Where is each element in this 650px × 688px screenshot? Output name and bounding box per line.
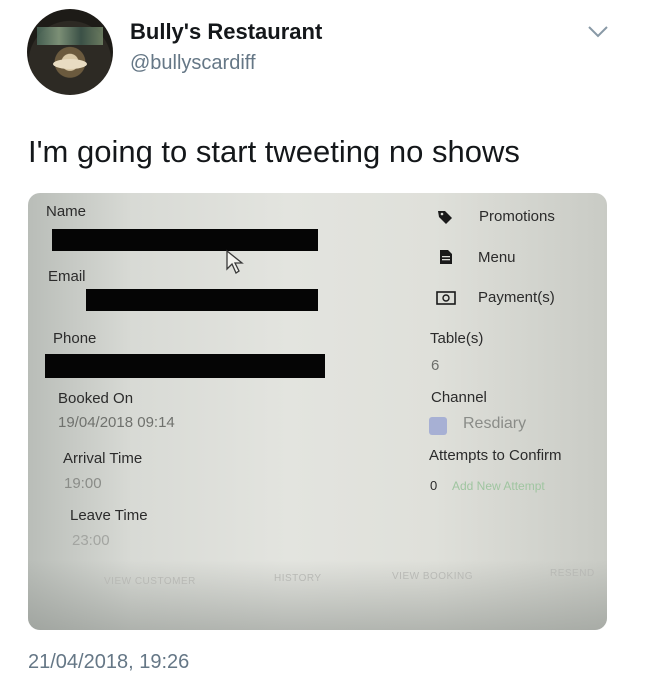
history-tab[interactable]: HISTORY xyxy=(274,573,322,584)
arrival-time-label: Arrival Time xyxy=(63,450,143,467)
avatar[interactable] xyxy=(27,9,113,95)
add-new-attempt-link[interactable]: Add New Attempt xyxy=(452,479,545,493)
redacted-email xyxy=(86,289,318,311)
tables-value: 6 xyxy=(431,357,440,374)
redacted-name xyxy=(52,229,318,251)
avatar-bar-shelf xyxy=(37,27,103,45)
photo-shadow xyxy=(28,560,607,630)
avatar-table xyxy=(53,59,87,69)
arrival-time-value: 19:00 xyxy=(64,475,102,492)
leave-time-value: 23:00 xyxy=(72,532,110,549)
channel-label: Channel xyxy=(431,389,487,406)
payment-icon xyxy=(436,291,456,305)
display-name[interactable]: Bully's Restaurant xyxy=(130,19,322,45)
attempts-count: 0 xyxy=(430,478,438,493)
tag-icon xyxy=(438,211,452,224)
document-icon xyxy=(440,250,452,264)
menu-link[interactable]: Menu xyxy=(478,249,516,266)
leave-time-label: Leave Time xyxy=(70,507,148,524)
booked-on-label: Booked On xyxy=(58,390,134,407)
name-label: Name xyxy=(46,203,87,220)
payments-link[interactable]: Payment(s) xyxy=(478,289,555,306)
channel-value: Resdiary xyxy=(463,415,527,432)
chevron-down-icon[interactable] xyxy=(585,24,611,40)
tweet-text: I'm going to start tweeting no shows xyxy=(28,134,520,169)
email-label: Email xyxy=(48,268,86,285)
redacted-phone xyxy=(45,354,325,378)
tweet-photo[interactable]: Name Email Phone Booked On 19/04/2018 09… xyxy=(28,193,607,630)
user-handle[interactable]: @bullyscardiff xyxy=(130,52,256,75)
resend-tab[interactable]: RESEND xyxy=(550,568,595,579)
view-customer-tab[interactable]: VIEW CUSTOMER xyxy=(104,576,196,587)
booked-on-value: 19/04/2018 09:14 xyxy=(58,414,175,431)
phone-label: Phone xyxy=(53,330,97,347)
tables-label: Table(s) xyxy=(430,330,484,347)
attempts-label: Attempts to Confirm xyxy=(429,447,562,464)
tweet-timestamp[interactable]: 21/04/2018, 19:26 xyxy=(28,651,189,674)
mouse-cursor-icon xyxy=(226,249,244,274)
promotions-link[interactable]: Promotions xyxy=(479,208,555,225)
channel-swatch xyxy=(429,417,447,435)
view-booking-tab[interactable]: VIEW BOOKING xyxy=(392,571,473,582)
